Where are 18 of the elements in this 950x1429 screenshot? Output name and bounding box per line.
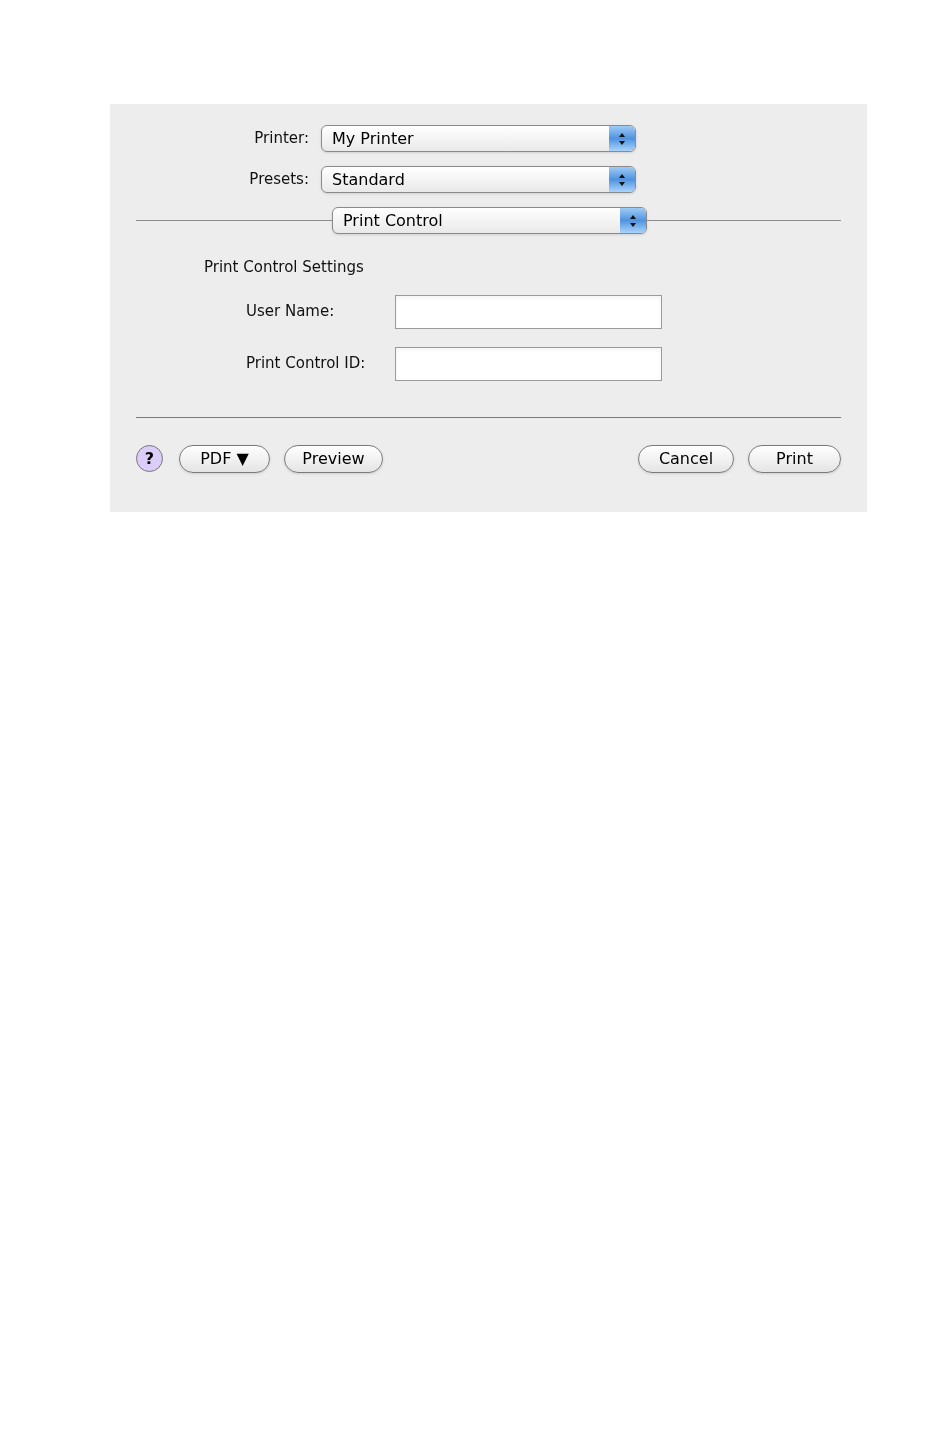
field-label: User Name: [246,301,336,323]
popup-menu[interactable]: Standard [321,166,636,193]
help-button[interactable]: ? [136,445,163,472]
button[interactable]: Cancel [638,444,734,473]
button[interactable]: PDF ▼ [179,444,270,473]
field-label: Print Control ID: [246,353,367,375]
popup-menu[interactable]: My Printer [321,125,636,152]
section-title: Print Control Settings [204,257,365,278]
popup-menu[interactable]: Print Control [332,207,647,234]
button[interactable]: Preview [284,444,383,473]
popup-label: Printer: [253,128,310,150]
stepper-icon [609,126,635,151]
stepper-icon [620,208,646,233]
popup-label: Presets: [248,169,310,191]
input-field[interactable] [395,346,662,381]
button[interactable]: Print [748,444,841,473]
input-field[interactable] [395,294,662,329]
stepper-icon [609,167,635,192]
